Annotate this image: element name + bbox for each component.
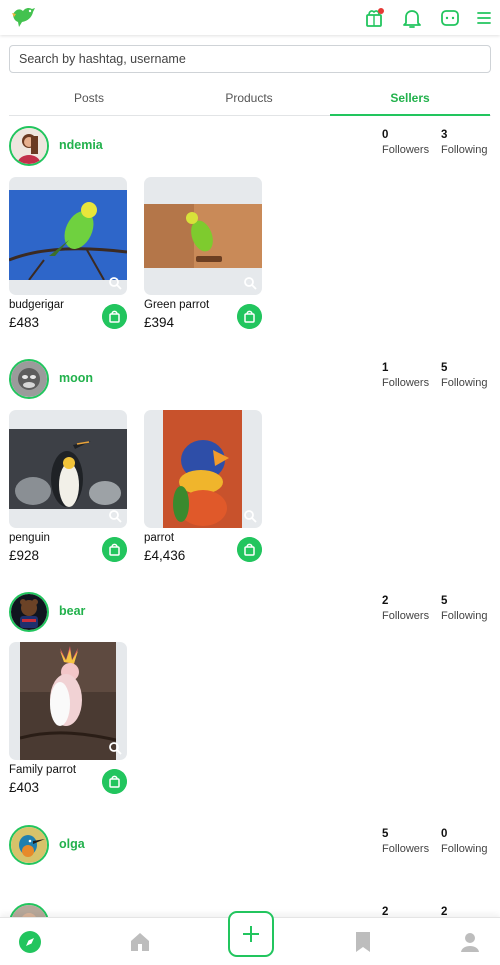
followers-stat[interactable]: 2 Followers bbox=[382, 595, 429, 622]
shopping-bag-icon[interactable] bbox=[102, 304, 127, 329]
followers-count: 2 bbox=[382, 595, 389, 607]
avatar[interactable] bbox=[9, 359, 49, 399]
search-zoom-icon bbox=[244, 510, 257, 523]
product-price: £4,436 bbox=[144, 548, 186, 563]
product-image[interactable] bbox=[9, 642, 127, 760]
bell-icon[interactable] bbox=[401, 7, 423, 29]
home-icon[interactable] bbox=[128, 930, 152, 954]
following-label: Following bbox=[441, 377, 488, 389]
shop-icon[interactable] bbox=[363, 7, 385, 29]
product-price: £403 bbox=[9, 780, 40, 795]
top-bar bbox=[0, 0, 500, 35]
following-count: 3 bbox=[441, 129, 448, 141]
search-zoom-icon bbox=[109, 510, 122, 523]
tab-posts[interactable]: Posts bbox=[9, 84, 169, 116]
product-image[interactable] bbox=[9, 177, 127, 295]
search-zoom-icon bbox=[109, 742, 122, 755]
seller-header: ndemia 0 Followers 3 Following bbox=[9, 126, 491, 166]
following-stat[interactable]: 0 Following bbox=[441, 828, 487, 855]
product-card[interactable]: budgerigar £483 bbox=[9, 177, 127, 330]
avatar[interactable] bbox=[9, 825, 49, 865]
product-image[interactable] bbox=[144, 410, 262, 528]
tab-bar: Posts Products Sellers bbox=[9, 84, 491, 116]
product-price: £483 bbox=[9, 315, 40, 330]
following-count: 0 bbox=[441, 828, 448, 840]
tab-products[interactable]: Products bbox=[169, 84, 329, 116]
shopping-bag-icon[interactable] bbox=[237, 304, 262, 329]
product-card[interactable]: penguin £928 bbox=[9, 410, 127, 563]
tab-sellers[interactable]: Sellers bbox=[330, 84, 490, 116]
followers-label: Followers bbox=[382, 610, 430, 622]
following-stat[interactable]: 3 Following bbox=[441, 129, 487, 156]
seller-username[interactable]: moon bbox=[59, 371, 93, 385]
seller-username[interactable]: ndemia bbox=[59, 138, 103, 152]
notification-dot bbox=[378, 8, 384, 14]
bird-logo-icon[interactable] bbox=[10, 5, 36, 29]
plus-icon bbox=[243, 926, 259, 942]
product-card[interactable]: Family parrot £403 bbox=[9, 642, 127, 795]
product-title: Green parrot bbox=[144, 299, 210, 311]
following-count: 5 bbox=[441, 362, 448, 374]
followers-count: 5 bbox=[382, 828, 389, 840]
following-stat[interactable]: 5 Following bbox=[441, 362, 487, 389]
menu-icon[interactable] bbox=[474, 7, 494, 29]
seller-header: bear 2 Followers 5 Following bbox=[9, 592, 491, 632]
followers-label: Followers bbox=[382, 377, 430, 389]
following-label: Following bbox=[441, 144, 488, 156]
avatar[interactable] bbox=[9, 592, 49, 632]
seller-header: moon 1 Followers 5 Following bbox=[9, 359, 491, 399]
product-title: Family parrot bbox=[9, 764, 77, 776]
search-zoom-icon bbox=[244, 277, 257, 290]
add-post-button[interactable] bbox=[228, 911, 274, 957]
followers-stat[interactable]: 5 Followers bbox=[382, 828, 429, 855]
chat-icon[interactable] bbox=[439, 7, 461, 29]
product-image[interactable] bbox=[9, 410, 127, 528]
seller-username[interactable]: bear bbox=[59, 604, 85, 618]
following-count: 5 bbox=[441, 595, 448, 607]
product-card[interactable]: Green parrot £394 bbox=[144, 177, 262, 330]
seller-header: olga 5 Followers 0 Following bbox=[9, 825, 491, 865]
followers-stat[interactable]: 1 Followers bbox=[382, 362, 429, 389]
product-title: penguin bbox=[9, 532, 50, 544]
product-card[interactable]: parrot £4,436 bbox=[144, 410, 262, 563]
following-label: Following bbox=[441, 610, 488, 622]
avatar[interactable] bbox=[9, 126, 49, 166]
product-image[interactable] bbox=[144, 177, 262, 295]
product-title: budgerigar bbox=[9, 299, 64, 311]
seller-username[interactable]: olga bbox=[59, 837, 85, 851]
profile-icon[interactable] bbox=[458, 930, 482, 954]
search-zoom-icon bbox=[109, 277, 122, 290]
following-label: Following bbox=[441, 843, 488, 855]
shopping-bag-icon[interactable] bbox=[102, 769, 127, 794]
bookmark-icon[interactable] bbox=[351, 930, 375, 954]
product-title: parrot bbox=[144, 532, 175, 544]
compass-icon[interactable] bbox=[18, 930, 42, 954]
product-price: £394 bbox=[144, 315, 175, 330]
shopping-bag-icon[interactable] bbox=[102, 537, 127, 562]
followers-count: 0 bbox=[382, 129, 389, 141]
followers-count: 1 bbox=[382, 362, 389, 374]
followers-label: Followers bbox=[382, 843, 430, 855]
followers-stat[interactable]: 0 Followers bbox=[382, 129, 429, 156]
following-stat[interactable]: 5 Following bbox=[441, 595, 487, 622]
followers-label: Followers bbox=[382, 144, 430, 156]
search-input[interactable] bbox=[9, 45, 491, 73]
product-price: £928 bbox=[9, 548, 40, 563]
shopping-bag-icon[interactable] bbox=[237, 537, 262, 562]
